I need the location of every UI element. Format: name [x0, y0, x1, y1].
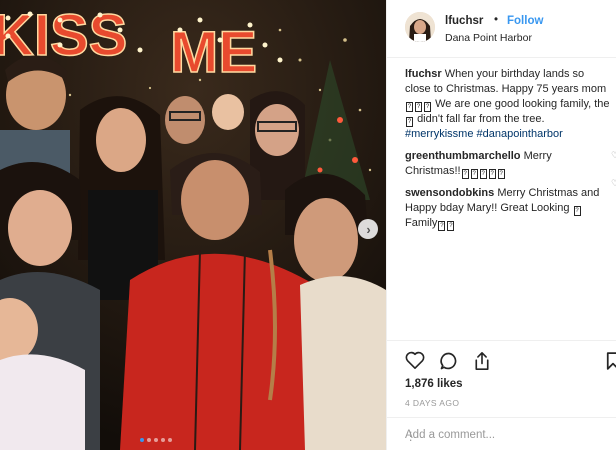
- comment-username[interactable]: greenthumbmarchello: [405, 150, 521, 162]
- header-username[interactable]: lfuchsr: [445, 15, 483, 27]
- carousel-dot: [154, 438, 158, 442]
- emoji-placeholder-icon: ?: [488, 169, 496, 179]
- emoji-placeholder-icon: ?: [406, 117, 413, 127]
- hashtag-link[interactable]: #merrykissme: [405, 128, 473, 140]
- avatar-image: [405, 12, 435, 42]
- more-options-icon[interactable]: ⋮: [405, 429, 417, 443]
- emoji-placeholder-icon: ?: [573, 206, 581, 216]
- carousel-dot: [140, 438, 144, 442]
- location-link[interactable]: Dana Point Harbor: [445, 32, 532, 44]
- follow-button[interactable]: Follow: [507, 15, 543, 27]
- post-header: lfuchsr • Follow Dana Point Harbor: [387, 0, 616, 58]
- emoji-placeholder-icon: ?: [415, 102, 422, 112]
- share-icon[interactable]: [473, 351, 491, 376]
- carousel-dot: [168, 438, 172, 442]
- emoji-placeholder-icon: ?: [424, 102, 431, 112]
- comment-icon[interactable]: [439, 351, 459, 376]
- svg-text:ME: ME: [170, 20, 257, 85]
- carousel-dots: [140, 438, 172, 442]
- comment-item: swensondobkins Merry Christmas and Happy…: [405, 186, 610, 231]
- post-sidebar: lfuchsr • Follow Dana Point Harbor lfuch…: [386, 0, 616, 450]
- emoji-placeholder-icon: ?: [470, 169, 478, 179]
- emoji-placeholder-icon: ?: [438, 221, 446, 231]
- caption-username[interactable]: lfuchsr: [405, 68, 442, 80]
- add-comment-input[interactable]: Add a comment...: [405, 429, 495, 441]
- likes-count[interactable]: 1,876 likes: [405, 378, 463, 390]
- hashtag-link[interactable]: #danapointharbor: [477, 128, 563, 140]
- sign-text: KISS: [0, 3, 127, 68]
- avatar[interactable]: [405, 12, 435, 42]
- bookmark-icon[interactable]: [606, 351, 616, 376]
- post-timestamp[interactable]: 4 DAYS AGO: [405, 398, 459, 408]
- caption-text-2: We are one good looking family, the: [435, 98, 610, 110]
- comments-list: lfuchsr When your birthday lands so clos…: [405, 67, 610, 238]
- emoji-placeholder-icon: ?: [406, 102, 413, 112]
- comment-like-icon[interactable]: ♡: [611, 150, 616, 161]
- post-photo[interactable]: KISS ME ›: [0, 0, 386, 450]
- carousel-next-button[interactable]: ›: [358, 219, 378, 239]
- heart-icon[interactable]: [405, 351, 425, 374]
- add-comment-bar[interactable]: Add a comment... ⋮: [387, 417, 616, 450]
- comment-item: greenthumbmarchello Merry Christmas!!???…: [405, 149, 610, 179]
- caption: lfuchsr When your birthday lands so clos…: [405, 67, 610, 142]
- emoji-placeholder-icon: ?: [461, 169, 469, 179]
- photo-illustration: KISS ME: [0, 0, 386, 450]
- chevron-right-icon: ›: [366, 221, 371, 237]
- comment-like-icon[interactable]: ♡: [611, 178, 616, 189]
- carousel-dot: [161, 438, 165, 442]
- emoji-placeholder-icon: ?: [497, 169, 505, 179]
- header-separator: •: [494, 14, 499, 26]
- carousel-dot: [147, 438, 151, 442]
- emoji-placeholder-icon: ?: [447, 221, 455, 231]
- comment-text-end: Family: [405, 217, 438, 229]
- emoji-placeholder-icon: ?: [479, 169, 487, 179]
- comment-username[interactable]: swensondobkins: [405, 187, 494, 199]
- caption-text-3: didn't fall far from the tree.: [417, 113, 545, 125]
